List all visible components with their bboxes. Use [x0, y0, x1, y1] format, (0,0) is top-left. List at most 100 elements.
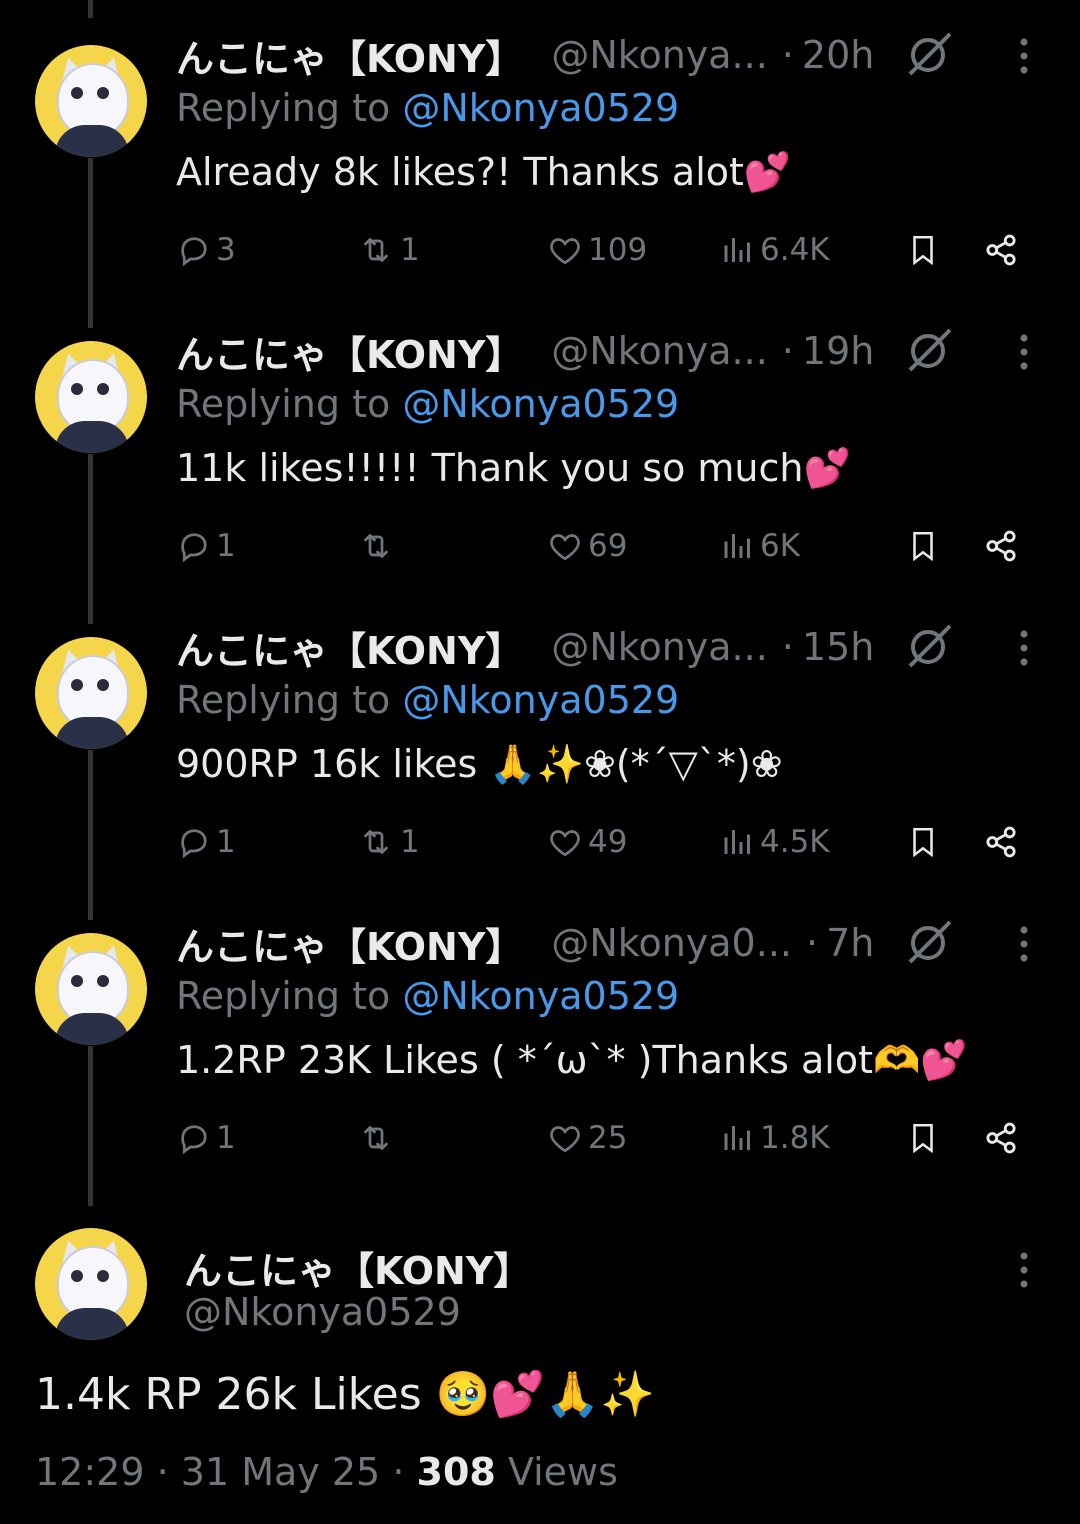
replying-prefix: Replying to	[176, 86, 391, 130]
views-button[interactable]: 1.8K	[720, 1112, 830, 1164]
reply-tweet[interactable]: んこにゃ【KONY】 @Nkonya... · 20h Replying to …	[0, 0, 1080, 296]
author-handle[interactable]: @Nkonya0...	[551, 921, 792, 965]
separator: ·	[805, 921, 819, 965]
like-button[interactable]: 69	[546, 520, 627, 572]
repost-button[interactable]	[356, 1112, 400, 1164]
repost-button[interactable]: 1	[356, 224, 420, 276]
reply-count: 1	[216, 528, 236, 564]
share-button[interactable]	[982, 1112, 1020, 1164]
reply-count: 3	[216, 232, 236, 268]
like-button[interactable]: 109	[546, 224, 647, 276]
reply-tweet[interactable]: んこにゃ【KONY】 @Nkonya... · 19h Replying to …	[0, 296, 1080, 592]
like-button[interactable]: 49	[546, 816, 627, 868]
share-icon	[982, 527, 1020, 565]
share-icon	[982, 823, 1020, 861]
replying-to: Replying to @Nkonya0529	[176, 974, 679, 1018]
repost-count: 1	[400, 824, 420, 860]
reply-icon	[176, 1120, 212, 1156]
like-icon	[546, 528, 584, 564]
post-text: 1.4k RP 26k Likes 🥹💕🙏✨	[35, 1369, 655, 1420]
views-button[interactable]: 4.5K	[720, 816, 830, 868]
tweet-time[interactable]: 15h	[802, 625, 874, 669]
replying-prefix: Replying to	[176, 678, 391, 722]
share-button[interactable]	[982, 816, 1020, 868]
replying-to: Replying to @Nkonya0529	[176, 86, 679, 130]
more-icon[interactable]	[1012, 628, 1036, 668]
replying-to: Replying to @Nkonya0529	[176, 678, 679, 722]
grok-icon[interactable]	[904, 28, 954, 78]
avatar[interactable]	[35, 341, 147, 453]
post-date[interactable]: 31 May 25	[181, 1450, 380, 1494]
avatar[interactable]	[35, 1228, 147, 1340]
bookmark-button[interactable]	[906, 520, 940, 572]
author-name[interactable]: んこにゃ【KONY】	[176, 28, 523, 83]
replying-to-link[interactable]: @Nkonya0529	[402, 974, 679, 1018]
replying-to-link[interactable]: @Nkonya0529	[402, 86, 679, 130]
grok-icon[interactable]	[904, 916, 954, 966]
reply-button[interactable]: 1	[176, 1112, 236, 1164]
share-button[interactable]	[982, 224, 1020, 276]
more-icon[interactable]	[1012, 332, 1036, 372]
views-icon	[720, 232, 756, 268]
tweet-header: んこにゃ【KONY】 @Nkonya... · 20h	[176, 28, 874, 83]
author-handle[interactable]: @Nkonya...	[551, 33, 767, 77]
author-handle[interactable]: @Nkonya0529	[184, 1290, 461, 1334]
repost-button[interactable]: 1	[356, 816, 420, 868]
like-count: 49	[588, 824, 628, 860]
bookmark-button[interactable]	[906, 1112, 940, 1164]
like-button[interactable]: 25	[546, 1112, 627, 1164]
separator: ·	[392, 1450, 405, 1494]
tweet-time[interactable]: 20h	[802, 33, 874, 77]
views-icon	[720, 1120, 756, 1156]
reply-tweet[interactable]: んこにゃ【KONY】 @Nkonya0... · 7h Replying to …	[0, 888, 1080, 1184]
reply-count: 1	[216, 1120, 236, 1156]
reply-icon	[176, 528, 212, 564]
post-time[interactable]: 12:29	[35, 1450, 145, 1494]
author-handle[interactable]: @Nkonya...	[551, 625, 767, 669]
reply-button[interactable]: 3	[176, 224, 236, 276]
grok-icon[interactable]	[904, 620, 954, 670]
replying-to-link[interactable]: @Nkonya0529	[402, 678, 679, 722]
tweet-time[interactable]: 19h	[802, 329, 874, 373]
replying-prefix: Replying to	[176, 382, 391, 426]
action-bar: 1 69 6K	[176, 520, 1036, 572]
avatar[interactable]	[35, 933, 147, 1045]
grok-icon[interactable]	[904, 324, 954, 374]
more-icon[interactable]	[1012, 1250, 1036, 1290]
more-icon[interactable]	[1012, 36, 1036, 76]
author-name[interactable]: んこにゃ【KONY】	[176, 324, 523, 379]
bookmark-button[interactable]	[906, 224, 940, 276]
bookmark-button[interactable]	[906, 816, 940, 868]
reply-button[interactable]: 1	[176, 520, 236, 572]
author-name[interactable]: んこにゃ【KONY】	[176, 620, 523, 675]
repost-icon	[356, 1120, 396, 1156]
reply-tweet[interactable]: んこにゃ【KONY】 @Nkonya... · 15h Replying to …	[0, 592, 1080, 888]
more-icon[interactable]	[1012, 924, 1036, 964]
separator: ·	[156, 1450, 169, 1494]
repost-icon	[356, 824, 396, 860]
avatar[interactable]	[35, 45, 147, 157]
tweet-header: んこにゃ【KONY】 @Nkonya... · 19h	[176, 324, 874, 379]
author-name[interactable]: んこにゃ【KONY】	[176, 916, 523, 971]
like-count: 109	[588, 232, 648, 268]
reply-button[interactable]: 1	[176, 816, 236, 868]
replying-to-link[interactable]: @Nkonya0529	[402, 382, 679, 426]
views-button[interactable]: 6K	[720, 520, 800, 572]
tweet-time[interactable]: 7h	[826, 921, 874, 965]
repost-button[interactable]	[356, 520, 400, 572]
reply-count: 1	[216, 824, 236, 860]
views-count: 308	[416, 1450, 496, 1494]
avatar[interactable]	[35, 637, 147, 749]
share-button[interactable]	[982, 520, 1020, 572]
share-icon	[982, 1119, 1020, 1157]
repost-icon	[356, 528, 396, 564]
post-meta: 12:29 · 31 May 25 · 308 Views	[35, 1450, 618, 1494]
reply-icon	[176, 824, 212, 860]
like-icon	[546, 1120, 584, 1156]
author-handle[interactable]: @Nkonya...	[551, 329, 767, 373]
views-count: 6.4K	[760, 232, 830, 268]
author-name[interactable]: んこにゃ【KONY】	[184, 1240, 531, 1295]
views-button[interactable]: 6.4K	[720, 224, 830, 276]
tweet-text: 11k likes!!!!! Thank you so much💕	[176, 446, 851, 490]
separator: ·	[781, 329, 794, 373]
